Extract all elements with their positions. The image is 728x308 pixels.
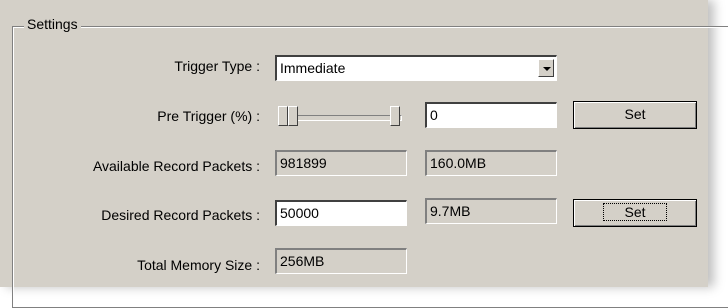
total-memory-field: 256MB [275, 248, 407, 274]
available-packets-field: 981899 [275, 150, 407, 176]
pre-trigger-label: Pre Trigger (%) : [157, 108, 260, 124]
chevron-down-icon[interactable] [538, 59, 554, 77]
settings-group-title: Settings [24, 16, 81, 32]
desired-packets-input[interactable]: 50000 [275, 200, 407, 226]
desired-packets-label: Desired Record Packets : [101, 207, 260, 223]
total-memory-label: Total Memory Size : [137, 257, 260, 273]
desired-packets-set-label: Set [603, 203, 667, 221]
pre-trigger-slider-track[interactable] [285, 115, 402, 121]
pre-trigger-slider-left-handle[interactable] [278, 106, 288, 126]
pre-trigger-set-button[interactable]: Set [573, 101, 697, 129]
available-packets-label: Available Record Packets : [92, 158, 260, 174]
trigger-type-value: Immediate [280, 60, 346, 76]
trigger-type-select[interactable]: Immediate [275, 55, 557, 81]
available-packets-size-field: 160.0MB [425, 150, 557, 176]
desired-packets-set-button[interactable]: Set [573, 199, 697, 227]
pre-trigger-slider-right-handle[interactable] [390, 106, 400, 126]
pre-trigger-input[interactable]: 0 [425, 102, 557, 128]
pre-trigger-set-label: Set [624, 106, 646, 122]
trigger-type-label: Trigger Type : [174, 58, 260, 74]
desired-packets-size-field: 9.7MB [425, 198, 557, 224]
pre-trigger-slider-thumb[interactable] [288, 106, 298, 126]
